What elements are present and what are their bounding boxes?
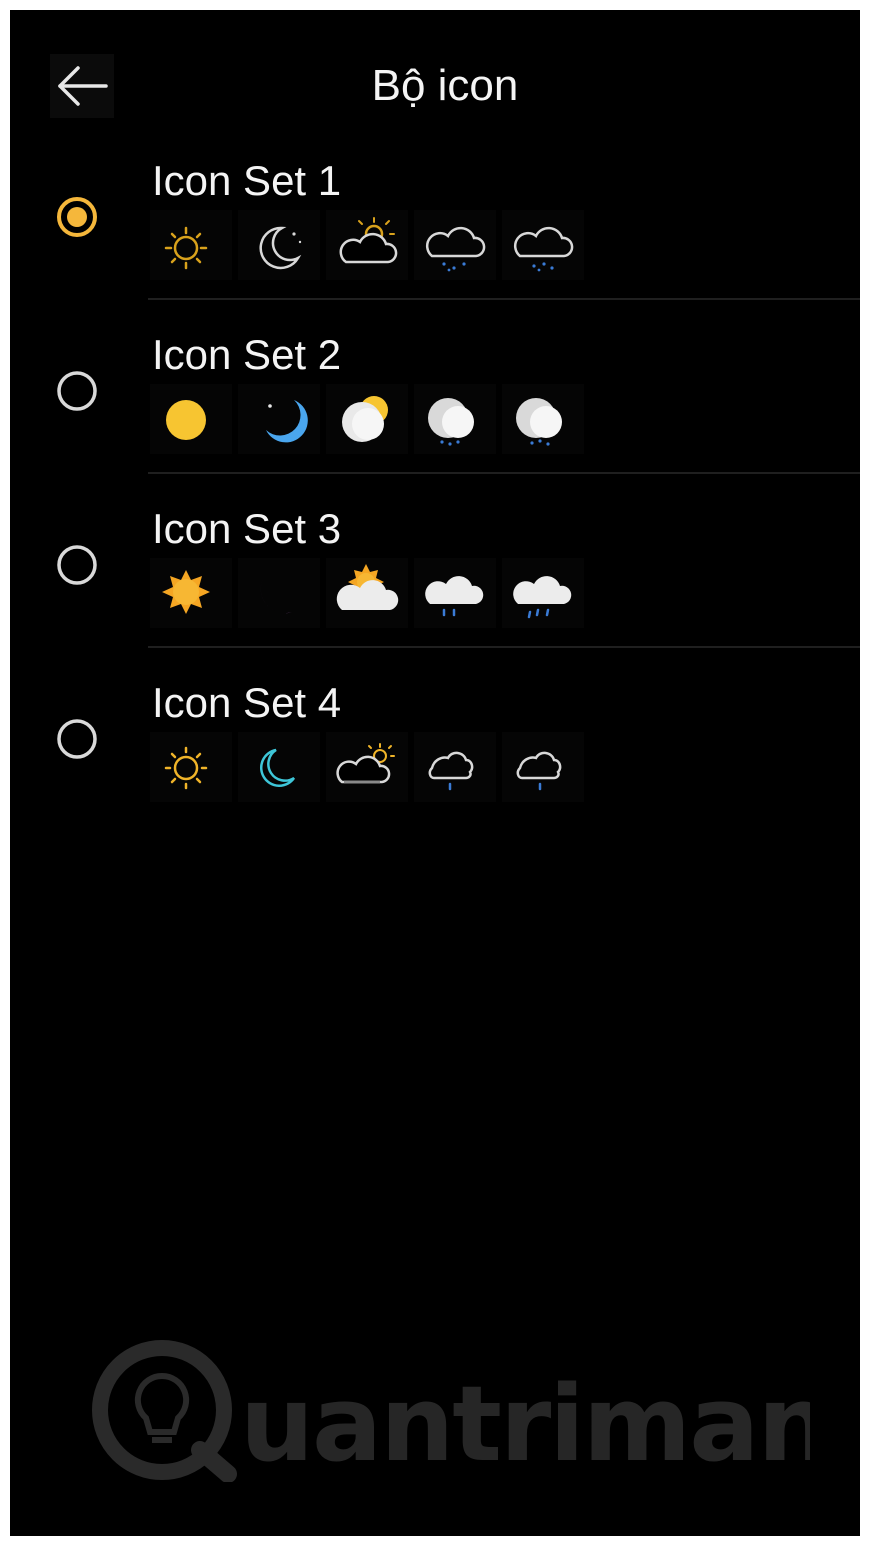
icon-preview-row bbox=[150, 384, 610, 454]
partly-cloudy-icon bbox=[326, 732, 408, 802]
partly-cloudy-icon bbox=[326, 558, 408, 628]
moon-icon bbox=[238, 732, 320, 802]
rain-cloud-icon bbox=[502, 384, 584, 454]
page-title: Bộ icon bbox=[371, 61, 519, 110]
radio-unselected-icon[interactable] bbox=[56, 544, 98, 586]
rain-cloud-icon bbox=[414, 210, 496, 280]
sun-icon bbox=[150, 384, 232, 454]
sun-icon bbox=[150, 210, 232, 280]
moon-icon bbox=[238, 558, 320, 628]
icon-set-label: Icon Set 1 bbox=[152, 157, 342, 204]
sun-icon bbox=[150, 558, 232, 628]
divider bbox=[148, 646, 860, 648]
moon-icon bbox=[238, 384, 320, 454]
rain-cloud-icon bbox=[414, 558, 496, 628]
screen: Bộ icon Icon Set 1 Icon Set 2 Icon Set 3… bbox=[10, 10, 860, 1536]
radio-unselected-icon[interactable] bbox=[56, 718, 98, 760]
icon-set-label: Icon Set 2 bbox=[152, 331, 342, 378]
icon-set-option-4[interactable]: Icon Set 4 bbox=[10, 672, 860, 846]
rain-cloud-icon bbox=[502, 732, 584, 802]
icon-preview-row bbox=[150, 558, 610, 628]
sun-icon bbox=[150, 732, 232, 802]
divider bbox=[148, 472, 860, 474]
partly-cloudy-icon bbox=[326, 384, 408, 454]
radio-selected-icon[interactable] bbox=[56, 196, 98, 238]
moon-icon bbox=[238, 210, 320, 280]
divider bbox=[148, 298, 860, 300]
rain-cloud-icon bbox=[502, 210, 584, 280]
icon-preview-row bbox=[150, 210, 610, 280]
icon-preview-row bbox=[150, 732, 610, 802]
partly-cloudy-icon bbox=[326, 210, 408, 280]
rain-cloud-icon bbox=[414, 732, 496, 802]
svg-text:uantrimang: uantrimang bbox=[240, 1363, 810, 1482]
rain-cloud-icon bbox=[414, 384, 496, 454]
icon-set-label: Icon Set 3 bbox=[152, 505, 342, 552]
icon-set-label: Icon Set 4 bbox=[152, 679, 342, 726]
radio-unselected-icon[interactable] bbox=[56, 370, 98, 412]
rain-cloud-icon bbox=[502, 558, 584, 628]
header: Bộ icon bbox=[10, 10, 860, 160]
watermark-logo: uantrimang bbox=[92, 1340, 810, 1482]
